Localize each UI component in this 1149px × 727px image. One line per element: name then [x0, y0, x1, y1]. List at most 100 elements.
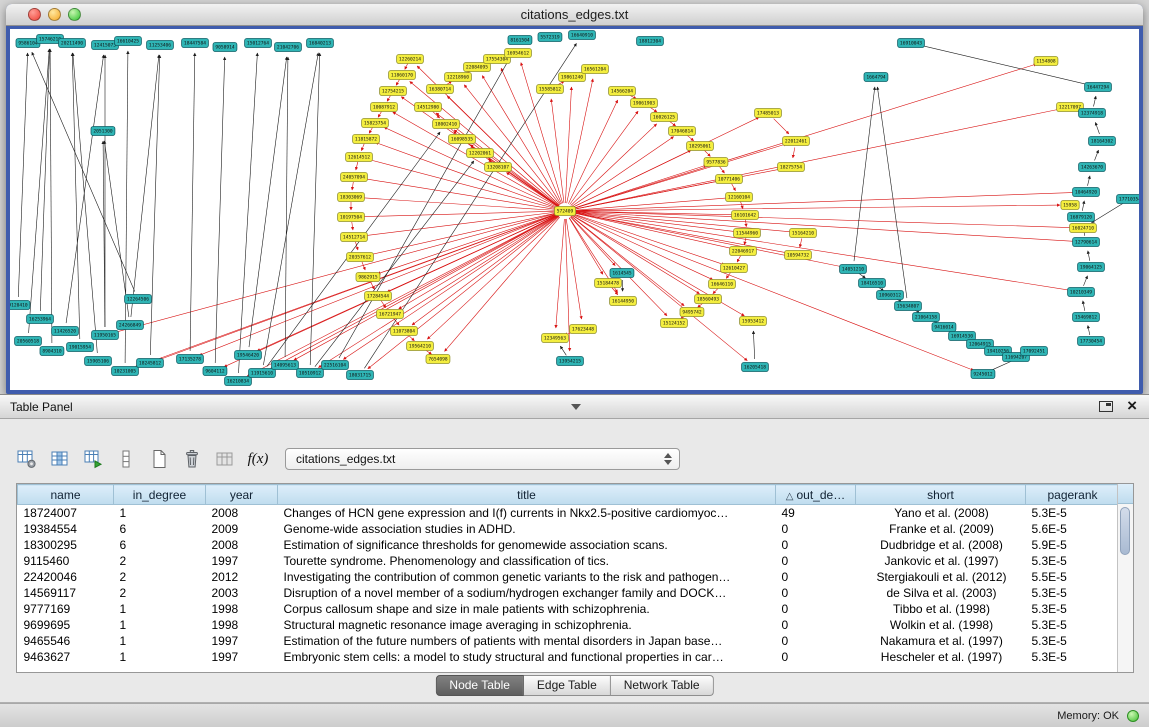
graph-edge[interactable] [793, 148, 795, 158]
table-cell-title[interactable]: Estimation of the future numbers of pati… [278, 633, 776, 649]
table-row[interactable]: 1456911722003Disruption of a novel membe… [18, 585, 1118, 601]
table-cell-year[interactable]: 1997 [206, 553, 278, 569]
table-cell-title[interactable]: Changes of HCN gene expression and I(f) … [278, 505, 776, 522]
table-cell-in_degree[interactable]: 2 [114, 553, 206, 569]
table-cell-name[interactable]: 9115460 [18, 553, 114, 569]
table-cell-short[interactable]: Yano et al. (2008) [856, 505, 1026, 522]
graph-edge[interactable] [1088, 251, 1090, 261]
table-row[interactable]: 946362711997Embryonic stem cells: a mode… [18, 649, 1118, 665]
graph-edge[interactable] [573, 198, 729, 211]
table-cell-out_degree[interactable]: 0 [776, 617, 856, 633]
table-cell-year[interactable]: 2008 [206, 537, 278, 553]
panel-resize-grip-icon[interactable] [571, 404, 581, 410]
graph-edge[interactable] [556, 219, 565, 328]
graph-edge[interactable] [719, 166, 724, 173]
table-cell-pagerank[interactable]: 5.3E-5 [1026, 601, 1118, 617]
graph-edge[interactable] [506, 173, 558, 207]
graph-edge[interactable] [150, 55, 159, 355]
graph-edge[interactable] [921, 45, 1090, 85]
table-cell-pagerank[interactable]: 5.3E-5 [1026, 585, 1118, 601]
table-cell-short[interactable]: Tibbo et al. (1998) [856, 601, 1026, 617]
table-row[interactable]: 1938455462009Genome-wide association stu… [18, 521, 1118, 537]
table-cell-pagerank[interactable]: 5.6E-5 [1026, 521, 1118, 537]
table-cell-title[interactable]: Investigating the contribution of common… [278, 569, 776, 585]
graph-edge[interactable] [568, 100, 617, 204]
graph-edge[interactable] [732, 184, 736, 191]
graph-edge[interactable] [774, 119, 789, 134]
table-cell-short[interactable]: Franke et al. (2009) [856, 521, 1026, 537]
table-cell-out_degree[interactable]: 0 [776, 601, 856, 617]
graph-edge[interactable] [361, 144, 364, 151]
table-cell-in_degree[interactable]: 1 [114, 633, 206, 649]
row-selector-icon[interactable] [113, 446, 139, 472]
tab-network-table[interactable]: Network Table [611, 675, 714, 696]
graph-edge[interactable] [573, 211, 1073, 227]
graph-edge[interactable] [18, 53, 27, 297]
graph-edge[interactable] [753, 331, 754, 359]
graph-edge[interactable] [572, 137, 674, 207]
graph-edge[interactable] [378, 111, 382, 117]
table-options-icon[interactable] [14, 446, 40, 472]
table-cell-name[interactable]: 9465546 [18, 633, 114, 649]
table-row[interactable]: 2242004622012Investigating the contribut… [18, 569, 1118, 585]
graph-edge[interactable] [405, 63, 408, 69]
table-row[interactable]: 969969511998Structural magnetic resonanc… [18, 617, 1118, 633]
column-header-name[interactable]: name [18, 485, 114, 505]
graph-edge[interactable] [1082, 201, 1084, 211]
column-header-short[interactable]: short [856, 485, 1026, 505]
table-cell-in_degree[interactable]: 6 [114, 521, 206, 537]
table-cell-title[interactable]: Structural magnetic resonance image aver… [278, 617, 776, 633]
table-row[interactable]: 946554611997Estimation of the future num… [18, 633, 1118, 649]
graph-edge[interactable] [573, 214, 974, 371]
column-header-pagerank[interactable]: pagerank [1026, 485, 1118, 505]
table-cell-out_degree[interactable]: 0 [776, 633, 856, 649]
graph-edge[interactable] [573, 144, 787, 209]
table-cell-year[interactable]: 2008 [206, 505, 278, 522]
table-cell-title[interactable]: Tourette syndrome. Phenomenology and cla… [278, 553, 776, 569]
table-cell-out_degree[interactable]: 0 [776, 537, 856, 553]
table-cell-out_degree[interactable]: 0 [776, 521, 856, 537]
table-cell-name[interactable]: 14569117 [18, 585, 114, 601]
import-table-icon[interactable] [80, 446, 106, 472]
table-cell-name[interactable]: 9463627 [18, 649, 114, 665]
graph-edge[interactable] [854, 87, 875, 261]
graph-edge[interactable] [746, 220, 747, 227]
minimize-window-button[interactable] [48, 8, 61, 21]
graph-edge[interactable] [66, 55, 104, 323]
graph-edge[interactable] [125, 51, 128, 363]
graph-edge[interactable] [310, 53, 320, 365]
graph-edge[interactable] [567, 79, 593, 203]
float-panel-icon[interactable] [1099, 401, 1113, 412]
table-cell-in_degree[interactable]: 1 [114, 601, 206, 617]
graph-edge[interactable] [263, 53, 318, 365]
table-cell-title[interactable]: Genome-wide association studies in ADHD. [278, 521, 776, 537]
graph-edge[interactable] [1088, 325, 1090, 335]
tab-edge-table[interactable]: Edge Table [524, 675, 611, 696]
graph-edge[interactable] [190, 53, 195, 351]
graph-edge[interactable] [573, 165, 707, 208]
table-cell-year[interactable]: 1998 [206, 601, 278, 617]
graph-edge[interactable] [1083, 301, 1085, 311]
graph-edge[interactable] [566, 219, 581, 319]
table-cell-in_degree[interactable]: 6 [114, 537, 206, 553]
table-cell-short[interactable]: Nakamura et al. (1997) [856, 633, 1026, 649]
table-cell-year[interactable]: 2012 [206, 569, 278, 585]
graph-edge[interactable] [551, 99, 564, 203]
table-cell-name[interactable]: 22420046 [18, 569, 114, 585]
memory-status-led[interactable] [1127, 710, 1139, 722]
table-cell-name[interactable]: 18300295 [18, 537, 114, 553]
graph-edge[interactable] [572, 214, 713, 279]
column-header-out-degree[interactable]: △out_de… [776, 485, 856, 505]
show-columns-icon[interactable] [47, 446, 73, 472]
table-cell-in_degree[interactable]: 1 [114, 649, 206, 665]
table-cell-short[interactable]: Dudbridge et al. (2008) [856, 537, 1026, 553]
graph-edge[interactable] [447, 96, 559, 205]
graph-edge[interactable] [571, 124, 657, 206]
table-row[interactable]: 977716911998Corpus callosum shape and si… [18, 601, 1118, 617]
graph-edge[interactable] [1092, 203, 1124, 223]
table-cell-out_degree[interactable]: 0 [776, 569, 856, 585]
graph-edge[interactable] [343, 216, 558, 360]
table-cell-out_degree[interactable]: 0 [776, 553, 856, 569]
graph-edge[interactable] [573, 169, 781, 210]
delete-table-icon[interactable] [179, 446, 205, 472]
